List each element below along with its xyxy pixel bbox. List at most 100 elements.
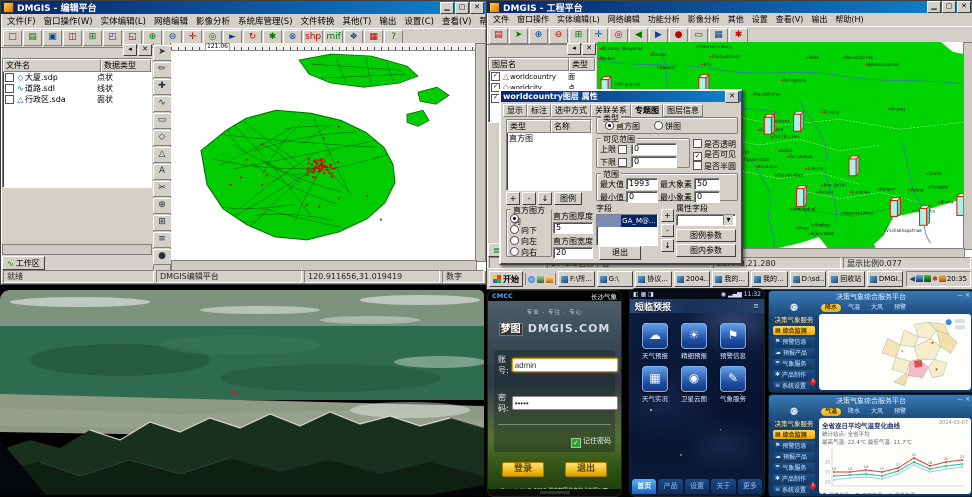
menu-item[interactable]: 设置(C) (400, 15, 438, 27)
taskbar-button[interactable]: 2004... (674, 271, 711, 287)
taskbar-button[interactable]: DMGI... (867, 271, 904, 287)
menu-item[interactable]: 系统库管理(S) (234, 15, 297, 27)
nav-tab-首页[interactable]: 首页 (632, 479, 656, 494)
menu-item[interactable]: 帮助(H) (475, 15, 486, 27)
theme-col-name[interactable]: 名称 (551, 120, 591, 133)
node-tool-icon[interactable]: ● (153, 249, 172, 265)
sidebar-item-综合监测[interactable]: ▦综合监测 (773, 430, 815, 440)
sidebar-item-产品制作[interactable]: ✱产品制作 (773, 474, 815, 484)
row-checkbox[interactable] (5, 73, 14, 82)
editor-map-area[interactable]: 121.06 (171, 43, 486, 271)
taskbar-button[interactable]: G:\ (597, 271, 634, 287)
menu-item[interactable]: 网络编辑 (150, 15, 192, 27)
width-field[interactable]: 20 (553, 247, 593, 259)
theme-col-type[interactable]: 类型 (507, 120, 551, 133)
dock-button[interactable]: ◂ (567, 43, 581, 55)
account-input[interactable] (512, 358, 618, 372)
menu-item[interactable]: 窗口操作(W) (40, 15, 97, 27)
sidebar-item-预警信息[interactable]: ⚑预警信息 (773, 441, 815, 451)
nav-tab-更多[interactable]: 更多 (738, 479, 762, 494)
exit-button[interactable]: 退出 (565, 462, 607, 477)
panel-close-button[interactable]: ✕ (138, 44, 152, 56)
quicklaunch-mail-icon[interactable] (546, 276, 553, 283)
theme-row[interactable]: 直方图 (507, 133, 591, 144)
menu-item[interactable]: 实体编辑(L) (553, 14, 604, 25)
dialog-tab-选中方式[interactable]: 选中方式 (551, 104, 591, 117)
sidebar-item-预报产品[interactable]: ☁预报产品 (773, 348, 815, 358)
row-checkbox[interactable] (5, 95, 14, 104)
phone-home-bar[interactable] (540, 491, 570, 494)
field-add-button[interactable]: + (661, 209, 674, 222)
app-shortcut[interactable]: ✎气象服务 (716, 366, 750, 403)
column-header-filename[interactable]: 文件名 (3, 59, 101, 72)
close-icon[interactable]: ✕ (965, 396, 970, 403)
quicklaunch-ie-icon[interactable] (528, 276, 535, 283)
dashboard-titlebar[interactable]: 决策气象综合服务平台 —✕ (769, 395, 972, 406)
sidebar-item-系统设置[interactable]: ≡系统设置1 (773, 381, 815, 391)
attr-field-dropdown[interactable]: ▾ (676, 214, 736, 226)
add-point-tool-icon[interactable]: ✚ (153, 79, 172, 95)
move-theme-button[interactable]: ↓ (538, 192, 552, 205)
dialog-tab-显示[interactable]: 显示 (503, 104, 527, 117)
line-tool-icon[interactable]: ∿ (153, 96, 172, 112)
legend-button[interactable]: 图例 (554, 192, 582, 205)
maximize-button[interactable]: ▢ (942, 1, 956, 13)
add-theme-button[interactable]: + (506, 192, 520, 205)
transparent-checkbox[interactable]: 是否透明 (693, 139, 736, 150)
nav-tab-设置[interactable]: 设置 (685, 479, 709, 494)
tray-network-icon[interactable] (924, 275, 931, 284)
menu-item[interactable]: 窗口操作 (513, 14, 553, 25)
dashboard-titlebar[interactable]: 决策气象综合服务平台 —✕ (769, 291, 972, 302)
tray-av-icon[interactable]: ✱ (932, 275, 938, 283)
minimize-button[interactable]: ▁ (440, 2, 454, 14)
lower-checkbox[interactable] (618, 158, 627, 167)
radio-left[interactable]: 向左 (510, 236, 549, 247)
nav-tab-关于[interactable]: 关于 (711, 479, 735, 494)
taskbar-button[interactable]: 协议... (635, 271, 672, 287)
minimize-button[interactable]: ▁ (927, 1, 941, 13)
column-header-layertype[interactable]: 类型 (569, 58, 595, 71)
menu-item[interactable]: 实体编辑(L) (97, 15, 150, 27)
dialog-tab-标注[interactable]: 标注 (527, 104, 551, 117)
menu-item[interactable]: 输出 (807, 14, 831, 25)
map-locate-icon[interactable] (946, 319, 952, 325)
sidebar-item-综合监测[interactable]: ▦综合监测 (773, 326, 815, 336)
vertex-tool-icon[interactable]: ✏ (153, 62, 172, 78)
list-tool-icon[interactable]: ≡ (153, 232, 172, 248)
nav-tab-产品[interactable]: 产品 (658, 479, 682, 494)
map-vscrollbar[interactable] (475, 43, 486, 262)
inner-param-button[interactable]: 图内参数 (676, 244, 736, 257)
polygon-tool-icon[interactable]: ◇ (153, 130, 172, 146)
map-layer-control[interactable] (955, 325, 965, 329)
grid-tool-icon[interactable]: ⊞ (153, 215, 172, 231)
map-zoom-control[interactable] (955, 319, 965, 323)
radio-histogram[interactable]: 直方图 (605, 121, 640, 132)
start-button[interactable]: 开始 (489, 271, 523, 287)
table-row[interactable]: ✓△worldcountry面 (489, 71, 595, 82)
snap-tool-icon[interactable]: ⊕ (153, 198, 172, 214)
dialog-titlebar[interactable]: worldcountry图层 属性 ✕ (501, 91, 741, 102)
tab-气温[interactable]: 气温 (844, 304, 864, 312)
tab-预警[interactable]: 预警 (890, 408, 910, 416)
taskbar-button[interactable]: F:\所... (558, 271, 595, 287)
row-checkbox[interactable] (5, 84, 14, 93)
dialog-tab-专题图[interactable]: 专题图 (631, 104, 663, 118)
close-button[interactable]: ✕ (470, 2, 484, 14)
legend-param-button[interactable]: 图例参数 (676, 229, 736, 242)
pointer-tool-icon[interactable]: ➤ (153, 45, 172, 61)
dialog-close-button[interactable]: ✕ (725, 91, 739, 103)
menu-item[interactable]: 网络编辑 (604, 14, 644, 25)
app-shortcut[interactable]: ▦天气实况 (638, 366, 672, 403)
panel-close-button[interactable]: ✕ (582, 43, 596, 55)
app-shortcut[interactable]: ☁天气预报 (638, 323, 672, 360)
exit-button[interactable]: 退出 (599, 246, 641, 260)
app-shortcut[interactable]: ☀精细预报 (677, 323, 711, 360)
menu-item[interactable]: 其他 (724, 14, 748, 25)
max-field[interactable]: 1993 (626, 178, 658, 190)
login-button[interactable]: 登录 (502, 462, 544, 477)
sidebar-item-预警信息[interactable]: ⚑预警信息 (773, 337, 815, 347)
menu-item[interactable]: 文件 (489, 14, 513, 25)
half-checkbox[interactable]: 是否半圆 (693, 161, 736, 172)
taskbar-button[interactable]: 我的... (751, 271, 788, 287)
taskbar-button[interactable]: 回收站 (828, 271, 865, 287)
